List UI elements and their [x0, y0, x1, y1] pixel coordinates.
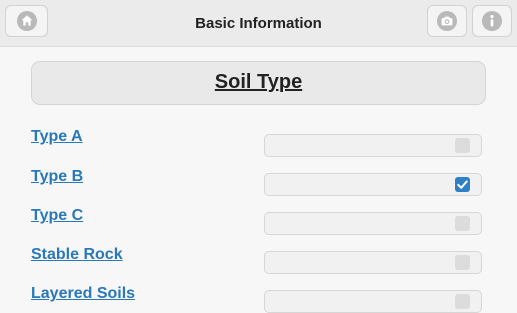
info-icon	[482, 11, 502, 31]
option-label-type-b[interactable]: Type B	[31, 168, 83, 186]
info-button[interactable]	[472, 5, 512, 37]
section-header: Soil Type	[31, 61, 486, 105]
checkbox-layered-soils[interactable]	[455, 294, 470, 309]
checkbox-type-a[interactable]	[455, 138, 470, 153]
option-label-layered-soils[interactable]: Layered Soils	[31, 285, 135, 303]
checkbox-stable-rock[interactable]	[455, 255, 470, 270]
option-field-type-c[interactable]	[264, 212, 482, 235]
option-field-stable-rock[interactable]	[264, 251, 482, 274]
option-label-type-a[interactable]: Type A	[31, 128, 83, 146]
option-field-type-b[interactable]	[264, 173, 482, 196]
camera-icon	[437, 11, 457, 31]
camera-button[interactable]	[427, 5, 467, 37]
checkmark-icon	[457, 180, 468, 189]
checkbox-type-c[interactable]	[455, 216, 470, 231]
top-bar: Basic Information	[0, 0, 517, 47]
option-label-type-c[interactable]: Type C	[31, 207, 83, 225]
checkbox-type-b[interactable]	[455, 177, 470, 192]
option-label-stable-rock[interactable]: Stable Rock	[31, 246, 123, 264]
section-title: Soil Type	[214, 71, 303, 93]
option-field-type-a[interactable]	[264, 134, 482, 157]
